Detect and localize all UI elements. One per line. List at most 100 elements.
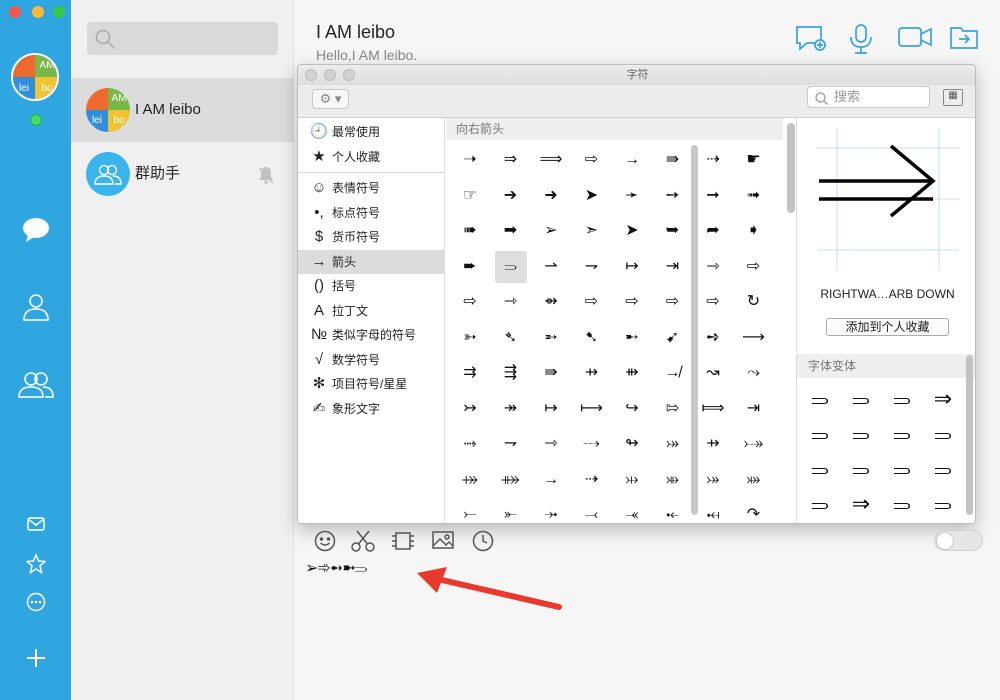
character-cell[interactable]: ⇉: [454, 357, 486, 389]
add-chat-icon[interactable]: [795, 24, 827, 52]
mail-icon[interactable]: [0, 517, 71, 536]
category-象形文字[interactable]: ✍ 象形文字: [298, 397, 444, 422]
character-cell[interactable]: ⇻: [616, 357, 648, 389]
character-cell[interactable]: ➟: [738, 180, 770, 212]
character-cell[interactable]: ↝: [697, 357, 729, 389]
character-cell[interactable]: ↪: [616, 393, 648, 425]
variants-scrollbar[interactable]: [966, 355, 973, 515]
character-cell[interactable]: ⤛: [616, 499, 648, 523]
conversation-item-leibo[interactable]: AM lei bo I AM leibo: [71, 78, 294, 142]
character-cell[interactable]: ⇢: [697, 144, 729, 176]
zoom-window-button[interactable]: [53, 6, 65, 18]
viewer-close-button[interactable]: [305, 69, 317, 81]
character-cell[interactable]: ➠: [454, 215, 486, 247]
category-最常使用[interactable]: 🕘 最常使用: [298, 120, 444, 145]
character-cell[interactable]: ⤑: [454, 428, 486, 460]
character-cell[interactable]: ⟼: [576, 393, 608, 425]
character-cell[interactable]: ⟾: [697, 393, 729, 425]
search-input[interactable]: [87, 22, 278, 55]
character-cell[interactable]: ⤀: [454, 464, 486, 496]
character-cell[interactable]: ⤗: [738, 464, 770, 496]
category-箭头[interactable]: → 箭头: [298, 249, 444, 274]
category-货币符号[interactable]: $ 货币符号: [298, 225, 444, 250]
variant-cell[interactable]: ⥰: [885, 487, 919, 521]
history-clock-icon[interactable]: [472, 530, 494, 552]
voice-call-icon[interactable]: [849, 24, 873, 54]
character-cell[interactable]: ⇾: [495, 286, 527, 318]
message-input[interactable]: ➢➾➻➼⥰: [305, 558, 367, 578]
character-cell[interactable]: ➵: [535, 322, 567, 354]
character-cell[interactable]: ⇥: [738, 393, 770, 425]
character-cell[interactable]: ☛: [738, 144, 770, 176]
variant-cell[interactable]: ⥰: [803, 382, 837, 416]
minimize-window-button[interactable]: [32, 6, 44, 18]
conversation-item-group-helper[interactable]: 群助手: [71, 142, 294, 206]
character-cell[interactable]: ➣: [576, 215, 608, 247]
character-cell[interactable]: ↠: [495, 393, 527, 425]
video-call-icon[interactable]: [898, 24, 932, 50]
favorites-star-icon[interactable]: [0, 553, 71, 579]
character-cell[interactable]: ⇨: [657, 286, 689, 318]
character-cell[interactable]: ⤟: [697, 499, 729, 523]
character-cell[interactable]: ↻: [738, 286, 770, 318]
category-表情符号[interactable]: ☺ 表情符号: [298, 176, 444, 201]
variant-cell[interactable]: ⥰: [803, 417, 837, 451]
category-标点符号[interactable]: •, 标点符号: [298, 201, 444, 226]
send-mode-toggle[interactable]: [934, 530, 983, 551]
character-cell[interactable]: ↬: [616, 428, 648, 460]
character-cell[interactable]: ⤞: [535, 499, 567, 523]
character-cell[interactable]: ⇁: [576, 251, 608, 283]
character-cell[interactable]: ⇁: [495, 428, 527, 460]
character-cell[interactable]: ➔: [495, 180, 527, 212]
character-cell[interactable]: ⥰: [494, 250, 527, 283]
character-cell[interactable]: ➺: [697, 322, 729, 354]
share-screen-icon[interactable]: [950, 24, 978, 50]
character-cell[interactable]: ⇾: [697, 251, 729, 283]
character-cell[interactable]: ➤: [576, 180, 608, 212]
variant-cell[interactable]: ⇒: [844, 487, 878, 521]
variant-cell[interactable]: ⥰: [885, 382, 919, 416]
character-cell[interactable]: ⤐: [738, 428, 770, 460]
character-cell[interactable]: ➙: [657, 180, 689, 212]
character-cell[interactable]: ➝: [454, 144, 486, 176]
character-cell[interactable]: ⤜: [495, 499, 527, 523]
file-icon[interactable]: [391, 530, 415, 552]
character-cell[interactable]: ⤏: [576, 428, 608, 460]
viewer-minimize-button[interactable]: [324, 69, 336, 81]
character-cell[interactable]: ➤: [616, 215, 648, 247]
character-cell[interactable]: ⇛: [657, 144, 689, 176]
viewer-zoom-button[interactable]: [343, 69, 355, 81]
character-cell[interactable]: ⤙: [576, 499, 608, 523]
variant-cell[interactable]: ⥰: [885, 417, 919, 451]
character-cell[interactable]: ⤔: [616, 464, 648, 496]
variant-cell[interactable]: ⥰: [803, 452, 837, 486]
more-icon[interactable]: [0, 592, 71, 617]
profile-avatar[interactable]: AM lei bo: [11, 53, 59, 101]
character-cell[interactable]: ⤁: [495, 464, 527, 496]
contacts-icon[interactable]: [0, 291, 71, 326]
variant-cell[interactable]: ⥰: [926, 417, 960, 451]
character-cell[interactable]: ⇨: [697, 286, 729, 318]
character-cell[interactable]: ➴: [495, 322, 527, 354]
character-cell[interactable]: →: [535, 464, 567, 496]
variant-cell[interactable]: ⥰: [844, 382, 878, 416]
character-cell[interactable]: ⇨: [738, 251, 770, 283]
character-cell[interactable]: ⤖: [697, 464, 729, 496]
character-cell[interactable]: ⇨: [576, 286, 608, 318]
groups-icon[interactable]: [0, 369, 71, 404]
character-cell[interactable]: ⤳: [738, 357, 770, 389]
character-cell[interactable]: ⤖: [657, 428, 689, 460]
character-cell[interactable]: ☞: [454, 180, 486, 212]
emoji-icon[interactable]: [314, 530, 336, 552]
character-cell[interactable]: ↦: [535, 393, 567, 425]
character-cell[interactable]: ➷: [576, 322, 608, 354]
character-cell[interactable]: ↛: [657, 357, 689, 389]
chat-bubble-icon[interactable]: [0, 216, 71, 249]
close-window-button[interactable]: [9, 6, 21, 18]
character-cell[interactable]: ➞: [697, 180, 729, 212]
category-个人收藏[interactable]: ★ 个人收藏: [298, 145, 444, 170]
category-项目符号/星星[interactable]: ✻ 项目符号/星星: [298, 372, 444, 397]
character-cell[interactable]: ⇸: [697, 428, 729, 460]
add-to-favorites-button[interactable]: 添加到个人收藏: [826, 318, 949, 336]
character-cell[interactable]: ⇨: [454, 286, 486, 318]
